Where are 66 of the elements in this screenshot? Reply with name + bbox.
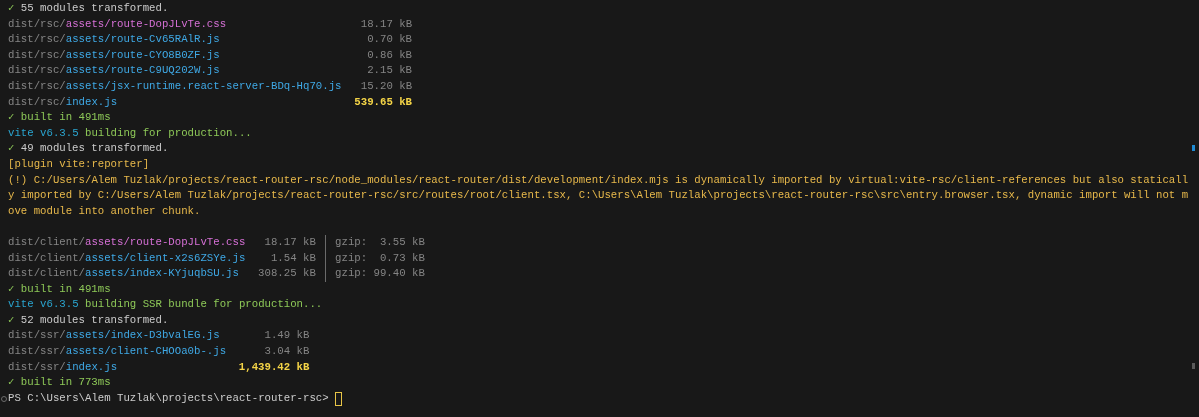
build-time-message: built in 773ms xyxy=(20,375,111,391)
tool-version: vite v6.3.5 xyxy=(8,125,79,141)
warning-message: (!) C:/Users/Alem Tuzlak/projects/react-router-rsc/node_modules/react-router/dist/development/index.mjs is dynamically imported by virtual:vite-rsc/client-references but also staticall xyxy=(8,172,1189,188)
file-path: assets/jsx-runtime.react-server-BDq-Hq70.js xyxy=(65,78,342,94)
file-directory: dist/ssr/ xyxy=(8,344,66,360)
file-size: 1,439.42 kB xyxy=(238,359,310,375)
file-directory: dist/client/ xyxy=(8,234,85,250)
check-mark: ✓ xyxy=(8,312,16,328)
file-directory: dist/rsc/ xyxy=(8,16,66,32)
scrollbar-marker xyxy=(1192,145,1195,151)
file-path: assets/index-KYjuqbSU.js xyxy=(84,266,239,282)
file-directory: dist/ssr/ xyxy=(8,328,66,344)
file-size: 18.17 kB xyxy=(264,234,316,250)
status-message: 55 modules transformed. xyxy=(20,1,169,16)
file-path: assets/route-CYO8B0ZF.js xyxy=(65,47,220,63)
file-size: 2.15 kB xyxy=(367,63,413,79)
warning-message: y imported by C:/Users/Alem Tuzlak/projects/react-router-rsc/src/routes/root/client.tsx, C:\Users\Alem Tuzlak\projects\react-router-rsc\src\entry.browser.tsx, dynamic import will not m xyxy=(8,188,1189,204)
file-size: 18.17 kB xyxy=(360,16,413,32)
file-directory: dist/rsc/ xyxy=(8,63,66,79)
file-size: 0.86 kB xyxy=(367,47,413,63)
file-path: assets/route-C9UQ202W.js xyxy=(65,63,220,79)
build-message: building for production... xyxy=(84,125,252,141)
tool-version: vite v6.3.5 xyxy=(8,297,79,313)
status-message: 49 modules transformed. xyxy=(20,141,169,157)
file-path: assets/index-D3bvalEG.js xyxy=(65,328,220,344)
gzip-label: gzip: xyxy=(335,266,369,282)
check-mark: ✓ xyxy=(8,110,16,126)
file-path: assets/route-DopJLvTe.css xyxy=(84,234,246,250)
file-size: 539.65 kB xyxy=(354,94,413,110)
text-cursor xyxy=(335,391,342,406)
shell-prompt: PS C:\Users\Alem Tuzlak\projects\react-router-rsc> xyxy=(8,390,329,406)
warning-message: ove module into another chunk. xyxy=(8,203,201,219)
file-size: 1.49 kB xyxy=(264,328,310,344)
file-path: assets/client-x2s6ZSYe.js xyxy=(84,250,246,266)
file-path: assets/client-CHOOa0b-.js xyxy=(65,344,227,360)
file-directory: dist/client/ xyxy=(8,250,85,266)
gzip-size: 99.40 kB xyxy=(373,266,425,282)
file-path: index.js xyxy=(65,359,118,375)
warning-message: [plugin vite:reporter] xyxy=(8,156,150,172)
file-directory: dist/rsc/ xyxy=(8,78,66,94)
check-mark: ✓ xyxy=(8,281,16,297)
file-size: 0.70 kB xyxy=(367,32,413,48)
gzip-label: gzip: xyxy=(335,250,369,266)
file-directory: dist/rsc/ xyxy=(8,47,66,63)
check-mark: ✓ xyxy=(8,141,16,157)
gzip-size: 0.73 kB xyxy=(379,250,425,266)
scrollbar-marker xyxy=(1192,363,1195,369)
file-directory: dist/client/ xyxy=(8,266,85,282)
file-directory: dist/rsc/ xyxy=(8,94,66,110)
check-mark: ✓ xyxy=(8,375,16,391)
file-directory: dist/ssr/ xyxy=(8,359,66,375)
build-time-message: built in 491ms xyxy=(20,281,111,297)
file-size: 1.54 kB xyxy=(270,250,316,266)
file-path: index.js xyxy=(65,94,118,110)
file-size: 3.04 kB xyxy=(264,344,310,360)
build-time-message: built in 491ms xyxy=(20,110,111,126)
file-size: 308.25 kB xyxy=(258,266,316,282)
file-size: 15.20 kB xyxy=(360,78,413,94)
file-directory: dist/rsc/ xyxy=(8,32,66,48)
status-message: 52 modules transformed. xyxy=(20,312,169,328)
file-path: assets/route-Cv65RAlR.js xyxy=(65,32,220,48)
build-message: building SSR bundle for production... xyxy=(84,297,323,313)
check-mark: ✓ xyxy=(8,1,16,16)
file-path: assets/route-DopJLvTe.css xyxy=(65,16,227,32)
gzip-label: gzip: xyxy=(335,234,369,250)
gzip-size: 3.55 kB xyxy=(379,234,425,250)
